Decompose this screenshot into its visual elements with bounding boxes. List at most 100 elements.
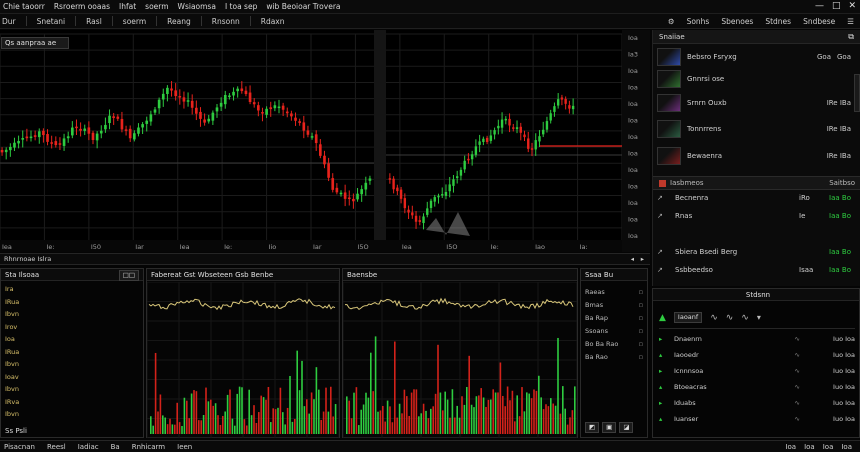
order-row[interactable]: ▸ Iduabs ∿ Iuo Ioa	[659, 399, 855, 407]
arrow-up-icon[interactable]: ▲	[659, 313, 666, 323]
maximize-icon[interactable]: □	[832, 1, 841, 11]
order-row[interactable]: ▴ Btoeacras ∿ Iuo Ioa	[659, 383, 855, 391]
position-row[interactable]: Irov	[1, 323, 141, 336]
position-row[interactable]: Ibvn	[1, 310, 141, 323]
watchlist-item-2[interactable]: ↗ Sbiera Bsedi Berg Iaa Bo	[657, 248, 851, 256]
checkbox-icon[interactable]: ▫	[639, 301, 643, 309]
position-row[interactable]: IRva	[1, 398, 141, 411]
list-icon[interactable]: ☰	[847, 17, 854, 26]
indicator-chart-2[interactable]	[343, 282, 577, 438]
menu-right-item-2[interactable]: Stdnes	[765, 17, 791, 26]
wave-icon-2[interactable]: ∿	[726, 313, 734, 323]
sparkline-icon: ↗	[657, 212, 663, 220]
chart-thumbnail-icon	[657, 94, 681, 112]
menu-right-item-3[interactable]: Sndbese	[803, 17, 835, 26]
small-panel-row[interactable]: Ba Rap ▫	[581, 311, 647, 324]
menu-item-4[interactable]: Reang	[167, 17, 191, 26]
menu-item-1[interactable]: Snetani	[37, 17, 66, 26]
position-row[interactable]: Ira	[1, 285, 141, 298]
position-row[interactable]: Ibvn	[1, 360, 141, 373]
small-panel-row[interactable]: Ba Rao ▫	[581, 350, 647, 363]
watchlist-item[interactable]: Srnrn Ouxb IRe IBa	[657, 94, 851, 112]
volume-bar	[377, 411, 379, 434]
titlebar-item-6[interactable]: wib Beoioar Trovera	[266, 2, 340, 11]
small-panel-btn-1[interactable]: ◩	[585, 422, 600, 433]
wave-icon[interactable]: ∿	[710, 313, 718, 323]
menu-item-0[interactable]: Dur	[2, 17, 16, 26]
position-row[interactable]: Ioa	[1, 335, 141, 348]
arrow-left-icon[interactable]: ◂	[631, 254, 634, 264]
candlestick-chart[interactable]: Ioa Ia3 Ioa Ioa Ioa Ioa Ioa Ioa Ioa Ioa Ioa Ioa Ioa I…	[0, 30, 650, 252]
menu-item-6[interactable]: Rdaxn	[261, 17, 285, 26]
watchlist-item-2[interactable]: ↗ Becnenra iRo Iaa Bo	[657, 194, 851, 202]
bottom-tab-4[interactable]: Rnhicarm	[132, 443, 165, 451]
order-row[interactable]: ▸ Dnaenrn ∿ Iuo Ioa	[659, 335, 855, 343]
order-row[interactable]: ▴ Iuanser ∿ Iuo Ioa	[659, 415, 855, 423]
volume-bar	[238, 386, 241, 434]
titlebar-item-2[interactable]: Ihfat	[119, 2, 136, 11]
small-control-panel: Ssaa Bu Raeas ▫ Bmas ▫ Ba Rap ▫ Ssoans ▫ Bo Ba R…	[580, 268, 648, 438]
bottom-tab-0[interactable]: Pisacnan	[4, 443, 35, 451]
arrow-right-icon[interactable]: ▸	[641, 254, 644, 264]
minimize-icon[interactable]: —	[815, 1, 824, 11]
order-row-arrow-icon: ▴	[659, 415, 663, 423]
pane-divider[interactable]	[374, 30, 386, 240]
checkbox-icon[interactable]: ▫	[639, 314, 643, 322]
small-panel-btn-3[interactable]: ◪	[619, 422, 634, 433]
menu-item-5[interactable]: Rnsonn	[212, 17, 240, 26]
bottom-tab-2[interactable]: Iadiac	[78, 443, 99, 451]
indicator-chart-1[interactable]	[147, 282, 339, 438]
candle-body	[157, 99, 161, 109]
candle-body	[261, 112, 264, 114]
bottom-tab-3[interactable]: Ba	[111, 443, 120, 451]
checkbox-icon[interactable]: ▫	[639, 353, 643, 361]
titlebar-item-3[interactable]: soerm	[145, 2, 168, 11]
menu-right-item-1[interactable]: Sbenoes	[721, 17, 753, 26]
small-panel-btn-2[interactable]: ▣	[602, 422, 617, 433]
titlebar-item-5[interactable]: I toa sep	[225, 2, 257, 11]
position-row[interactable]: IRua	[1, 298, 141, 311]
position-row[interactable]: IRua	[1, 348, 141, 361]
order-row-arrow-icon: ▴	[659, 351, 663, 359]
watchlist-item-2[interactable]: ↗ Rnas Ie Iaa Bo	[657, 212, 851, 220]
checkbox-icon[interactable]: ▫	[639, 288, 643, 296]
bottom-tab-5[interactable]: Ieen	[177, 443, 192, 451]
small-panel-row[interactable]: Raeas ▫	[581, 285, 647, 298]
order-row[interactable]: ▸ Icnnnsoa ∿ Iuo Ioa	[659, 367, 855, 375]
small-panel-row[interactable]: Bo Ba Rao ▫	[581, 337, 647, 350]
titlebar-item-4[interactable]: Wsiaomsa	[178, 2, 216, 11]
position-row[interactable]: Ioav	[1, 373, 141, 386]
small-panel-row[interactable]: Ssoans ▫	[581, 324, 647, 337]
watchlist-item-2[interactable]: ↗ Ssbbeedso Isaa Iaa Bo	[657, 266, 851, 274]
watchlist-item[interactable]: Bebsro Fsryxg Goa Goa	[657, 48, 851, 66]
edit-icon[interactable]: ⧉	[848, 32, 854, 42]
watchlist-item[interactable]: Tonnrrens IRe IBa	[657, 120, 851, 138]
wave-icon-3[interactable]: ∿	[741, 313, 749, 323]
order-type-button[interactable]: Iaoanf	[673, 312, 703, 323]
main-price-chart[interactable]: Ioa Ia3 Ioa Ioa Ioa Ioa Ioa Ioa Ioa Ioa Ioa Ioa Ioa I…	[0, 30, 650, 252]
close-icon[interactable]: ✕	[848, 1, 856, 11]
gear-icon[interactable]: ⚙	[668, 17, 675, 26]
position-row[interactable]: Ibvn	[1, 385, 141, 398]
positions-expand-button[interactable]: □□	[118, 270, 139, 281]
watchlist-item[interactable]: Gnnrsi ose	[657, 70, 851, 88]
titlebar-item-0[interactable]: Chie taoorr	[3, 2, 45, 11]
bottom-tab-1[interactable]: Reesl	[47, 443, 66, 451]
candle-body	[228, 95, 231, 98]
menu-item-2[interactable]: Rasl	[86, 17, 102, 26]
menu-right-item-0[interactable]: Sonhs	[687, 17, 710, 26]
watchlist-scrollbar[interactable]	[854, 74, 860, 112]
checkbox-icon[interactable]: ▫	[639, 340, 643, 348]
checkbox-icon[interactable]: ▫	[639, 327, 643, 335]
titlebar-item-1[interactable]: Rsroerm ooaas	[54, 2, 110, 11]
volume-bar	[509, 400, 511, 434]
candle-body	[170, 88, 173, 91]
watchlist-item[interactable]: Bewaenra IRe IBa	[657, 147, 851, 165]
menu-item-3[interactable]: soerm	[123, 17, 146, 26]
position-row[interactable]: Ibvn	[1, 410, 141, 423]
dropdown-icon[interactable]: ▾	[757, 313, 761, 322]
order-row[interactable]: ▴ Iaooedr ∿ Iuo Ioa	[659, 351, 855, 359]
candle-body	[418, 220, 421, 222]
small-panel-row[interactable]: Bmas ▫	[581, 298, 647, 311]
symbol-label[interactable]: Qs aanpraa ae	[1, 37, 69, 49]
